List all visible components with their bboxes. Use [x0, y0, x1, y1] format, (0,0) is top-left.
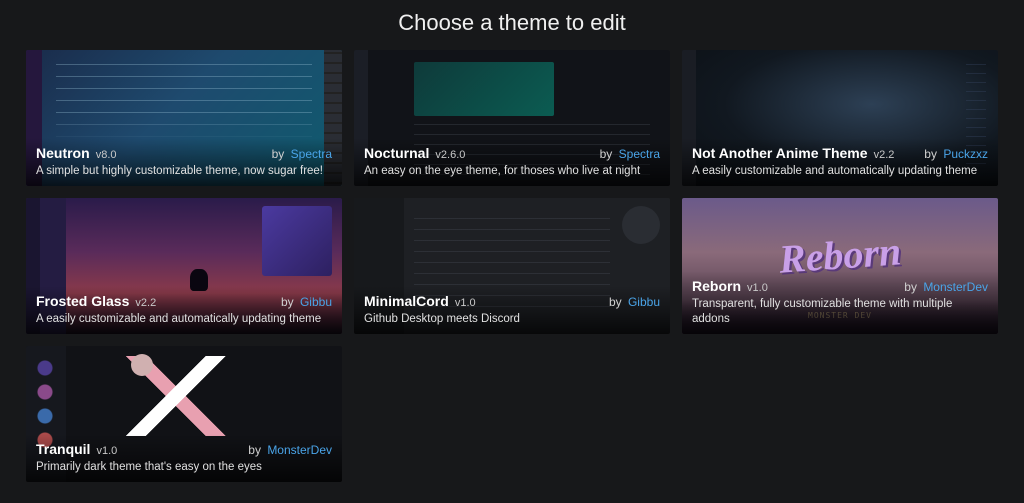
- author-prefix: by: [281, 295, 297, 309]
- theme-version: v1.0: [93, 445, 117, 457]
- theme-version: v2.2: [871, 149, 895, 161]
- theme-description: Github Desktop meets Discord: [364, 312, 660, 326]
- theme-name: Frosted Glass: [36, 293, 129, 309]
- author-prefix: by: [272, 147, 288, 161]
- author-prefix: by: [904, 280, 920, 294]
- theme-card[interactable]: Tranquil v1.0 by MonsterDev Primarily dark…: [26, 346, 342, 482]
- page-title: Choose a theme to edit: [0, 0, 1024, 50]
- theme-info: Frosted Glass v2.2 by Gibbu A easily custo…: [26, 286, 342, 334]
- theme-author-link[interactable]: Spectra: [291, 147, 332, 161]
- theme-version: v8.0: [93, 149, 117, 161]
- theme-grid: Neutron v8.0 by Spectra A simple but highl…: [0, 50, 1024, 482]
- theme-name: Reborn: [692, 278, 741, 294]
- theme-author-link[interactable]: MonsterDev: [267, 443, 332, 457]
- theme-card[interactable]: MinimalCord v1.0 by Gibbu Github Desktop m…: [354, 198, 670, 334]
- theme-card[interactable]: RebornMONSTER DEVReborn v1.0by MonsterDe…: [682, 198, 998, 334]
- theme-version: v2.6.0: [432, 149, 465, 161]
- author-prefix: by: [248, 443, 264, 457]
- theme-description: A easily customizable and automatically …: [692, 164, 988, 178]
- theme-info: MinimalCord v1.0 by Gibbu Github Desktop m…: [354, 286, 670, 334]
- theme-version: v1.0: [452, 297, 476, 309]
- theme-card[interactable]: Nocturnal v2.6.0 by Spectra An easy on the…: [354, 50, 670, 186]
- theme-description: An easy on the eye theme, for thoses who…: [364, 164, 660, 178]
- author-prefix: by: [609, 295, 625, 309]
- theme-description: Transparent, fully customizable theme wi…: [692, 297, 988, 326]
- theme-author-link[interactable]: Gibbu: [628, 295, 660, 309]
- theme-info: Nocturnal v2.6.0 by Spectra An easy on the…: [354, 138, 670, 186]
- theme-info: Not Another Anime Theme v2.2 by Puckzxz A …: [682, 138, 998, 186]
- theme-version: v2.2: [132, 297, 156, 309]
- theme-name: Not Another Anime Theme: [692, 145, 868, 161]
- theme-info: Tranquil v1.0 by MonsterDev Primarily dark…: [26, 434, 342, 482]
- theme-info: Neutron v8.0 by Spectra A simple but highl…: [26, 138, 342, 186]
- theme-name: Nocturnal: [364, 145, 429, 161]
- theme-card[interactable]: Not Another Anime Theme v2.2 by Puckzxz A …: [682, 50, 998, 186]
- theme-card[interactable]: Neutron v8.0 by Spectra A simple but highl…: [26, 50, 342, 186]
- theme-name: Tranquil: [36, 441, 90, 457]
- theme-card[interactable]: Frosted Glass v2.2 by Gibbu A easily custo…: [26, 198, 342, 334]
- author-prefix: by: [924, 147, 940, 161]
- theme-description: A easily customizable and automatically …: [36, 312, 332, 326]
- theme-name: MinimalCord: [364, 293, 449, 309]
- theme-description: Primarily dark theme that's easy on the …: [36, 460, 332, 474]
- theme-version: v1.0: [744, 282, 768, 294]
- theme-description: A simple but highly customizable theme, …: [36, 164, 332, 178]
- theme-author-link[interactable]: MonsterDev: [923, 280, 988, 294]
- author-prefix: by: [600, 147, 616, 161]
- theme-name: Neutron: [36, 145, 90, 161]
- theme-author-link[interactable]: Gibbu: [300, 295, 332, 309]
- theme-author-link[interactable]: Puckzxz: [943, 147, 988, 161]
- theme-author-link[interactable]: Spectra: [619, 147, 660, 161]
- theme-info: Reborn v1.0 by MonsterDev Transparent, ful…: [682, 271, 998, 334]
